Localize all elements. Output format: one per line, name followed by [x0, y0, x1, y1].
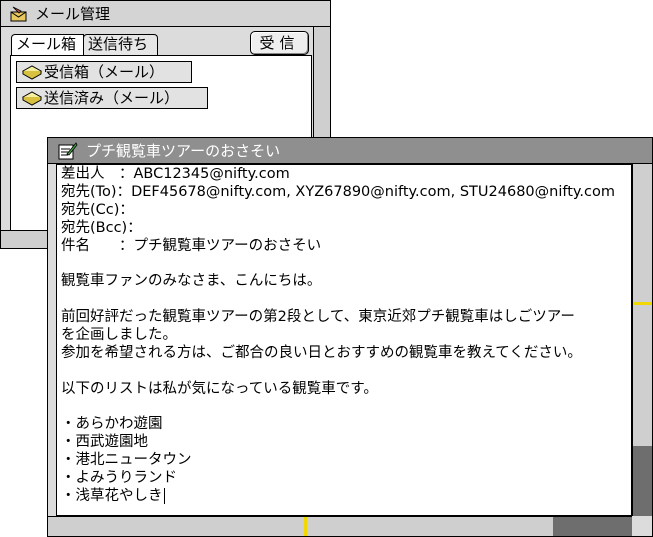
- mailbox-icon: [22, 91, 42, 106]
- horizontal-scroll-thumb[interactable]: [553, 517, 632, 536]
- scroll-position-marker: [633, 302, 652, 305]
- header-cc: 宛先(Cc)：: [61, 201, 134, 218]
- body-line: を企画しました。: [61, 327, 177, 344]
- folder-sent[interactable]: 送信済み（メール）: [16, 87, 208, 109]
- message-horizontal-scrollbar[interactable]: [48, 516, 632, 536]
- list-item: ・港北ニュータウン: [61, 452, 192, 469]
- list-item: ・あらかわ遊園: [61, 416, 163, 433]
- folder-inbox[interactable]: 受信箱（メール）: [16, 61, 192, 83]
- body-line: [61, 255, 631, 273]
- message-titlebar[interactable]: プチ観覧車ツアーのおさそい: [48, 138, 652, 164]
- mail-manager-title: メール管理: [35, 5, 111, 23]
- body-line: [61, 363, 631, 381]
- message-title: プチ観覧車ツアーのおさそい: [86, 142, 281, 160]
- message-body[interactable]: 差出人 ：ABC12345@nifty.com 宛先(To)：DEF45678@…: [56, 164, 632, 516]
- mail-manager-titlebar[interactable]: メール管理: [1, 1, 330, 27]
- header-from: 差出人 ：ABC12345@nifty.com: [61, 166, 290, 182]
- body-line: 前回好評だった観覧車ツアーの第2段として、東京近郊プチ観覧車はしごツアー: [61, 309, 575, 326]
- folder-label: 送信済み（メール）: [44, 89, 180, 107]
- mailbox-icon: [22, 65, 42, 80]
- body-line: [61, 399, 631, 417]
- list-item: ・西武遊園地: [61, 434, 148, 451]
- tab-outbox[interactable]: 送信待ち: [83, 34, 158, 55]
- message-window[interactable]: プチ観覧車ツアーのおさそい 差出人 ：ABC12345@nifty.com 宛先…: [47, 137, 653, 537]
- header-to: 宛先(To)：DEF45678@nifty.com, XYZ67890@nift…: [61, 183, 615, 200]
- text-cursor: [163, 488, 165, 505]
- body-line: 参加を希望される方は、ご都合の良い日とおすすめの観覧車を教えてください。: [61, 344, 582, 361]
- message-vertical-scrollbar[interactable]: [632, 164, 652, 516]
- list-item-text: ・浅草花やしき: [61, 488, 163, 505]
- receive-button[interactable]: 受信: [250, 31, 309, 55]
- body-line: 以下のリストは私が気になっている観覧車です。: [61, 380, 378, 397]
- scroll-position-marker: [304, 517, 307, 536]
- header-subject: 件名 ：プチ観覧車ツアーのおさそい: [61, 237, 322, 254]
- message-edit-icon: [58, 142, 78, 160]
- vertical-scroll-thumb[interactable]: [633, 446, 652, 516]
- list-item: ・よみうりランド: [61, 470, 177, 487]
- mail-manager-icon: [10, 6, 27, 22]
- header-bcc: 宛先(Bcc)：: [61, 219, 142, 236]
- body-line: [61, 291, 631, 309]
- list-item-last: ・浅草花やしき: [61, 488, 631, 506]
- body-line: 観覧車ファンのみなさま、こんにちは。: [61, 273, 322, 290]
- tab-mailbox[interactable]: メール箱: [11, 34, 84, 55]
- folder-label: 受信箱（メール）: [44, 63, 165, 81]
